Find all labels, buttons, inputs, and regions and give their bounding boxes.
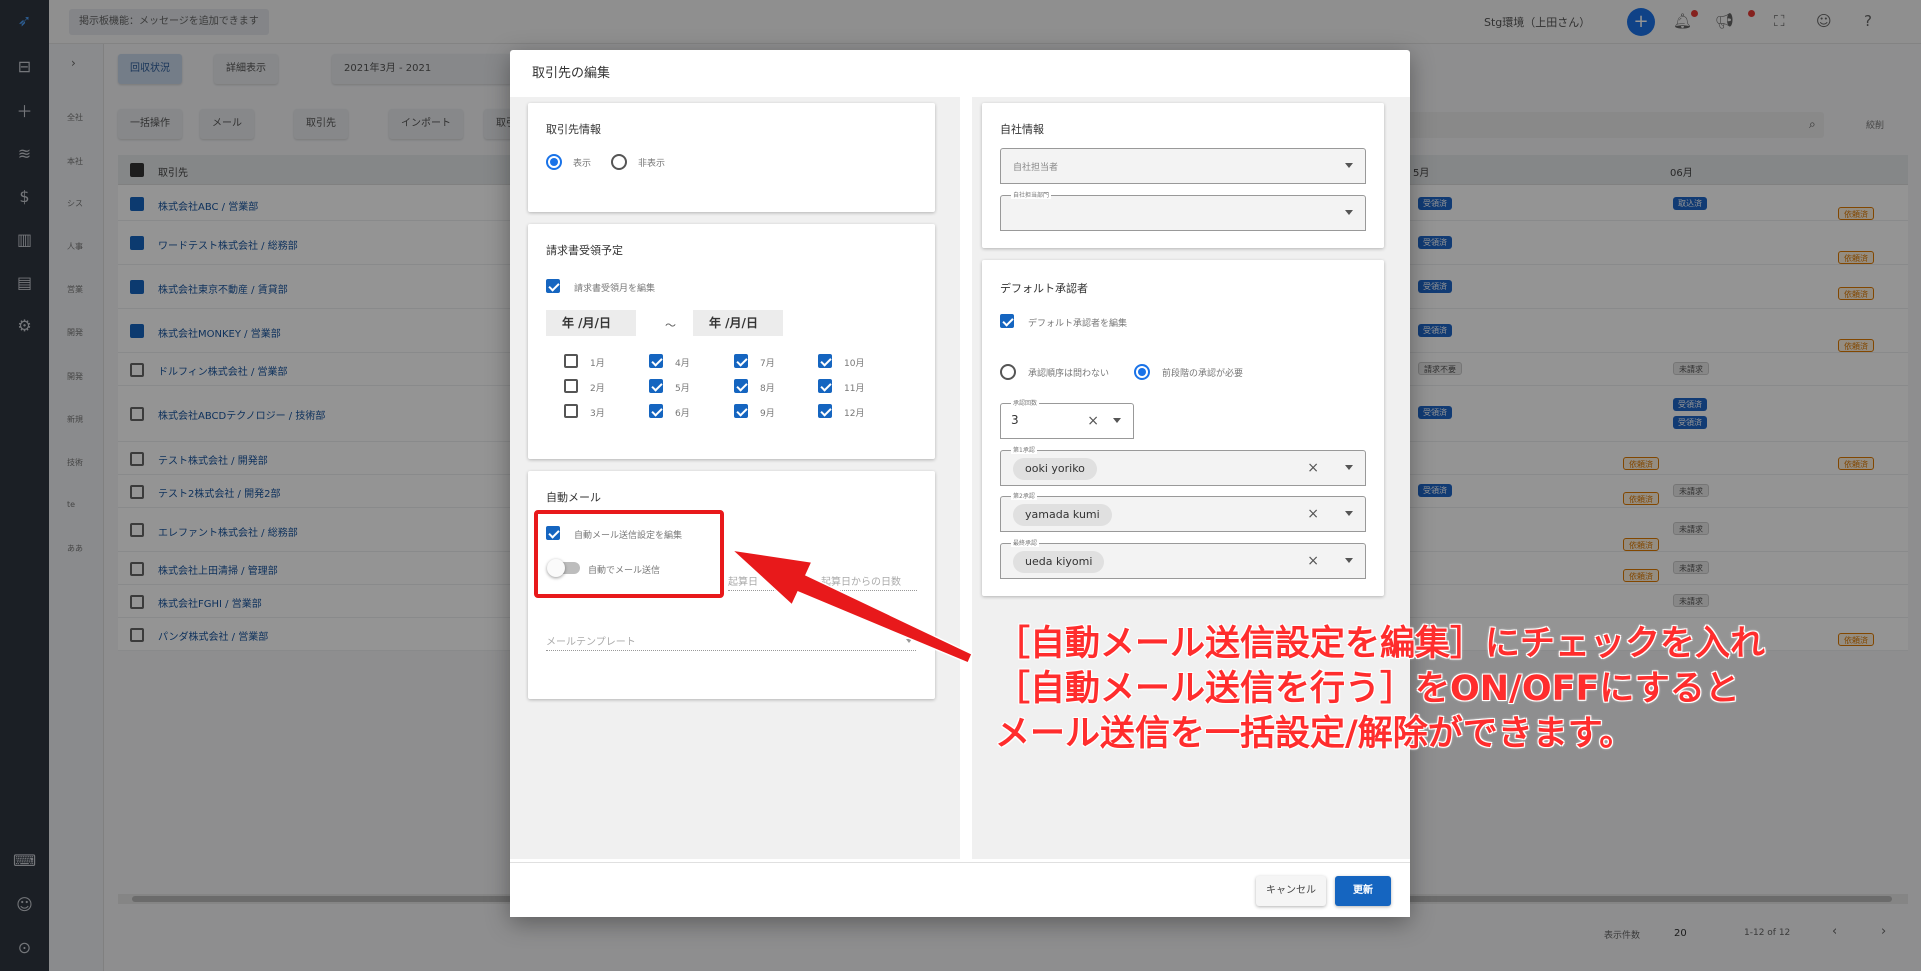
annotation-line-1: ［自動メール送信設定を編集］にチェックを入れ bbox=[995, 624, 1766, 665]
annotation-line-3: メール送信を一括設定/解除ができます。 bbox=[995, 714, 1635, 755]
annotation-caption: ［自動メール送信設定を編集］にチェックを入れ ［自動メール送信を行う］をON/O… bbox=[995, 622, 1855, 757]
annotation-line-2: ［自動メール送信を行う］をON/OFFにすると bbox=[995, 669, 1741, 710]
annotation-arrow-icon bbox=[729, 548, 973, 664]
